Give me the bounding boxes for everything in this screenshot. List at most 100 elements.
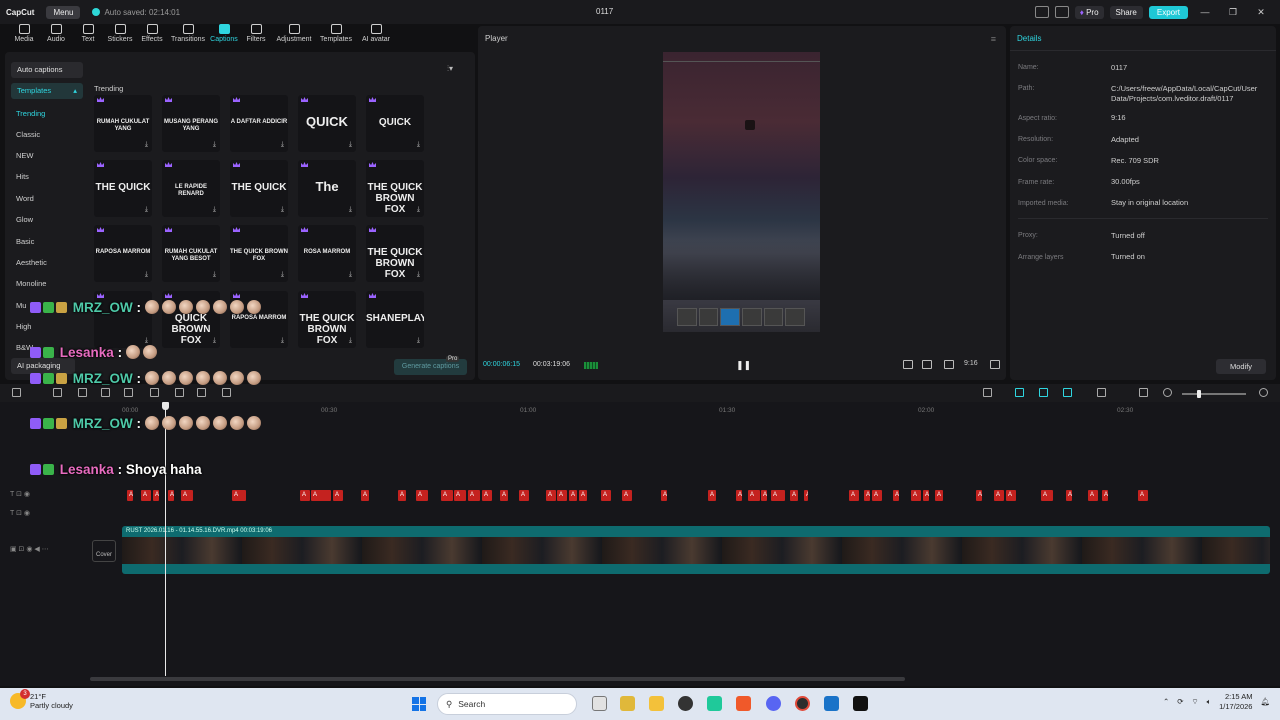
caption-template-tile[interactable]: THE QUICK ⤓ xyxy=(94,160,152,217)
maximize-icon[interactable]: ❐ xyxy=(1222,7,1244,18)
tool-effects[interactable]: Effects xyxy=(136,24,168,50)
snap-icon[interactable] xyxy=(1063,388,1072,397)
caption-template-tile[interactable]: RUMAH CUKULAT YANG ⤓ xyxy=(94,95,152,152)
screenshot-icon[interactable] xyxy=(944,360,954,369)
download-icon[interactable]: ⤓ xyxy=(417,271,420,279)
filter-icon[interactable]: ⫶▾ xyxy=(447,64,453,74)
magnet-icon[interactable] xyxy=(1039,388,1048,397)
tool-ai-avatar[interactable]: AI avatar xyxy=(356,24,396,50)
category-glow[interactable]: Glow xyxy=(16,215,33,224)
caption-clip[interactable]: A xyxy=(569,490,577,501)
caption-clip[interactable]: A xyxy=(1006,490,1016,501)
shortcuts-icon[interactable] xyxy=(1054,6,1069,18)
microphone-icon[interactable] xyxy=(983,388,992,397)
caption-clip[interactable]: A xyxy=(482,490,492,501)
volume-icon[interactable]: 🔈︎ xyxy=(1207,697,1212,707)
caption-clip[interactable]: A xyxy=(500,490,508,501)
caption-template-tile[interactable]: RAPOSA MARROM ⤓ xyxy=(94,225,152,282)
quality-icon[interactable] xyxy=(922,360,932,369)
widget-app-icon[interactable] xyxy=(620,696,635,711)
brave-icon[interactable] xyxy=(736,696,751,711)
delete-left-icon[interactable] xyxy=(124,388,133,397)
download-icon[interactable]: ⤓ xyxy=(213,206,216,214)
tool-text[interactable]: Text xyxy=(72,24,104,50)
mail-app-icon[interactable] xyxy=(824,696,839,711)
caption-template-tile[interactable]: RUMAH CUKULAT YANG BESOT ⤓ xyxy=(162,225,220,282)
playhead[interactable] xyxy=(165,404,166,676)
obs-icon[interactable] xyxy=(795,696,810,711)
share-button[interactable]: Share xyxy=(1109,5,1143,19)
caption-clip[interactable]: A xyxy=(1102,490,1108,501)
caption-clip[interactable]: A xyxy=(976,490,982,501)
caption-clip[interactable]: A xyxy=(311,490,331,501)
caption-clip[interactable]: A xyxy=(804,490,808,501)
notification-bell-icon[interactable]: 🔔︎ xyxy=(1260,697,1270,706)
menu-button[interactable]: Menu xyxy=(46,5,81,19)
caption-icon[interactable] xyxy=(1139,388,1148,397)
delete-right-icon[interactable] xyxy=(150,388,159,397)
discord-icon[interactable] xyxy=(766,696,781,711)
download-icon[interactable]: ⤓ xyxy=(213,337,216,345)
fullscreen-icon[interactable] xyxy=(990,360,1000,369)
tool-captions[interactable]: Captions xyxy=(208,24,240,50)
caption-clip[interactable]: A xyxy=(454,490,466,501)
pause-icon[interactable]: ❚❚ xyxy=(736,360,751,371)
download-icon[interactable]: ⤓ xyxy=(349,206,352,214)
download-icon[interactable]: ⤓ xyxy=(281,271,284,279)
caption-clip[interactable]: A xyxy=(935,490,943,501)
redo-icon[interactable] xyxy=(78,388,87,397)
templates-toggle[interactable]: Templates ▴ xyxy=(11,83,83,99)
caption-clip[interactable]: A xyxy=(468,490,480,501)
download-icon[interactable]: ⤓ xyxy=(145,141,148,149)
caption-clip[interactable]: A xyxy=(661,490,667,501)
download-icon[interactable]: ⤓ xyxy=(349,337,352,345)
split-icon[interactable] xyxy=(101,388,110,397)
undo-icon[interactable] xyxy=(53,388,62,397)
tool-templates[interactable]: Templates xyxy=(316,24,356,50)
tool-media[interactable]: Media xyxy=(8,24,40,50)
timeline-scrollbar[interactable] xyxy=(90,677,905,681)
auto-captions-button[interactable]: Auto captions xyxy=(11,62,83,78)
download-icon[interactable]: ⤓ xyxy=(417,141,420,149)
tool-transitions[interactable]: Transitions xyxy=(168,24,208,50)
caption-template-tile[interactable]: QUICK ⤓ xyxy=(366,95,424,152)
crop-icon[interactable] xyxy=(222,388,231,397)
caption-template-tile[interactable]: THE QUICK BROWN FOX ⤓ xyxy=(298,291,356,348)
download-icon[interactable]: ⤓ xyxy=(145,337,148,345)
video-clip[interactable]: RUST 2026.01.16 - 01.14.55.16.DVR.mp4 00… xyxy=(122,526,1270,574)
caption-clip[interactable]: A xyxy=(300,490,310,501)
caption-clip[interactable]: A xyxy=(127,490,133,501)
caption-template-tile[interactable]: THE QUICK BROWN FOX ⤓ xyxy=(366,160,424,217)
category-word[interactable]: Word xyxy=(16,194,34,203)
download-icon[interactable]: ⤓ xyxy=(145,206,148,214)
weather-widget[interactable]: 3 21°F Partly cloudy xyxy=(10,689,73,710)
start-button[interactable] xyxy=(412,697,426,711)
caption-clip[interactable]: A xyxy=(601,490,611,501)
caption-clip[interactable]: A xyxy=(181,490,193,501)
close-icon[interactable]: ✕ xyxy=(1250,7,1272,18)
caption-clip[interactable]: A xyxy=(546,490,556,501)
caption-clip[interactable]: A xyxy=(1066,490,1072,501)
download-icon[interactable]: ⤓ xyxy=(281,337,284,345)
pro-button[interactable]: ♦ Pro xyxy=(1074,5,1104,19)
category-mu[interactable]: Mu xyxy=(16,301,26,310)
caption-clip[interactable]: A xyxy=(748,490,760,501)
download-icon[interactable]: ⤓ xyxy=(349,271,352,279)
caption-clip[interactable]: A xyxy=(864,490,870,501)
caption-clip[interactable]: A xyxy=(416,490,428,501)
download-icon[interactable]: ⤓ xyxy=(213,271,216,279)
download-icon[interactable]: ⤓ xyxy=(281,206,284,214)
wifi-icon[interactable]: ⌔ xyxy=(1192,697,1199,707)
layout-icon[interactable] xyxy=(1034,6,1049,18)
download-icon[interactable]: ⤓ xyxy=(417,206,420,214)
task-view-icon[interactable] xyxy=(592,696,607,711)
caption-clip[interactable]: A xyxy=(893,490,899,501)
file-explorer-icon[interactable] xyxy=(649,696,664,711)
category-basic[interactable]: Basic xyxy=(16,237,34,246)
caption-clip[interactable]: A xyxy=(579,490,587,501)
player-menu-icon[interactable]: ≡ xyxy=(991,34,996,44)
caption-clip[interactable]: A xyxy=(736,490,742,501)
caption-clip[interactable]: A xyxy=(441,490,453,501)
zoom-out-icon[interactable] xyxy=(1163,388,1172,397)
category-new[interactable]: NEW xyxy=(16,151,34,160)
